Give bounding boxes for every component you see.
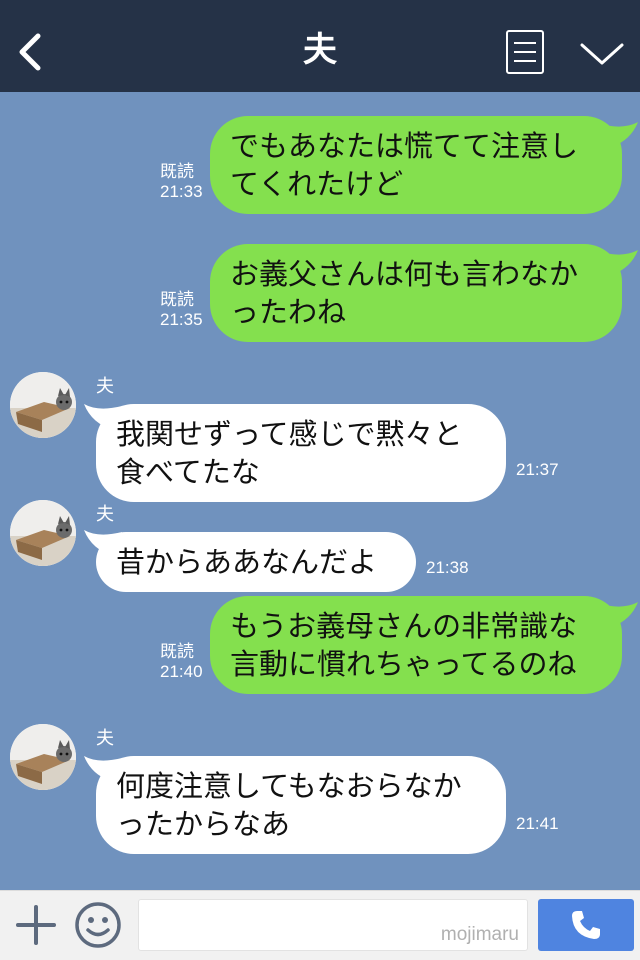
sender-name: 夫 <box>96 504 114 525</box>
read-receipt: 既読 <box>160 642 194 661</box>
menu-button[interactable] <box>506 30 544 74</box>
chevron-down-icon <box>580 43 624 65</box>
message-bubble-outgoing[interactable]: でもあなたは慌てて注意し てくれたけど <box>210 116 622 214</box>
message-time: 21:41 <box>516 814 559 833</box>
message-meta: 既読 21:35 <box>160 290 203 330</box>
message-line: 言動に慣れちゃってるのね <box>230 647 577 681</box>
smiley-icon <box>75 902 121 948</box>
message-line: でもあなたは慌てて注意し <box>230 129 579 163</box>
message-line: 昔からああなんだよ <box>116 545 378 579</box>
message-bubble-incoming[interactable]: 何度注意してもなおらなか ったからなあ <box>96 756 506 854</box>
message-line: お義父さんは何も言わなか <box>230 257 579 291</box>
cat-photo-icon <box>10 372 76 438</box>
avatar[interactable] <box>10 724 76 790</box>
message-input[interactable]: mojimaru <box>138 899 528 951</box>
read-receipt: 既読 <box>160 162 194 181</box>
message-time: 21:37 <box>516 460 559 479</box>
call-button[interactable] <box>538 899 634 951</box>
message-line: 何度注意してもなおらなか <box>116 769 462 803</box>
avatar[interactable] <box>10 500 76 566</box>
message-bubble-incoming[interactable]: 昔からああなんだよ <box>96 532 416 592</box>
chat-area[interactable]: 既読 21:33 でもあなたは慌てて注意し てくれたけど 既読 21:35 お義… <box>0 92 640 890</box>
read-receipt: 既読 <box>160 290 194 309</box>
message-line: てくれたけど <box>230 167 404 201</box>
cat-photo-icon <box>10 500 76 566</box>
watermark: mojimaru <box>440 924 519 945</box>
message-time: 21:33 <box>160 182 203 201</box>
message-bubble-outgoing[interactable]: もうお義母さんの非常識な 言動に慣れちゃってるのね <box>210 596 622 694</box>
message-bubble-outgoing[interactable]: お義父さんは何も言わなか ったわね <box>210 244 622 342</box>
message-time: 21:40 <box>160 662 203 681</box>
message-line: ったからなあ <box>116 807 291 841</box>
sender-name: 夫 <box>96 728 114 749</box>
plus-icon <box>16 905 56 945</box>
cat-photo-icon <box>10 724 76 790</box>
sender-name: 夫 <box>96 376 114 397</box>
add-attachment-button[interactable] <box>16 905 56 945</box>
chat-title: 夫 <box>303 30 337 70</box>
phone-icon <box>572 911 600 939</box>
message-line: 我関せずって感じで黙々と <box>116 417 463 451</box>
message-line: 食べてたな <box>116 455 260 489</box>
message-time: 21:35 <box>160 310 203 329</box>
avatar[interactable] <box>10 372 76 438</box>
chat-header: 夫 <box>0 0 640 92</box>
message-meta: 既読 21:33 <box>160 162 203 202</box>
message-time: 21:38 <box>426 558 469 577</box>
message-bubble-incoming[interactable]: 我関せずって感じで黙々と 食べてたな <box>96 404 506 502</box>
message-line: もうお義母さんの非常識な <box>230 609 578 643</box>
menu-icon <box>514 42 536 44</box>
message-line: ったわね <box>230 295 347 329</box>
message-meta: 既読 21:40 <box>160 642 203 682</box>
emoji-button[interactable] <box>74 901 122 949</box>
collapse-button[interactable] <box>578 36 626 72</box>
input-bar: mojimaru <box>0 890 640 960</box>
